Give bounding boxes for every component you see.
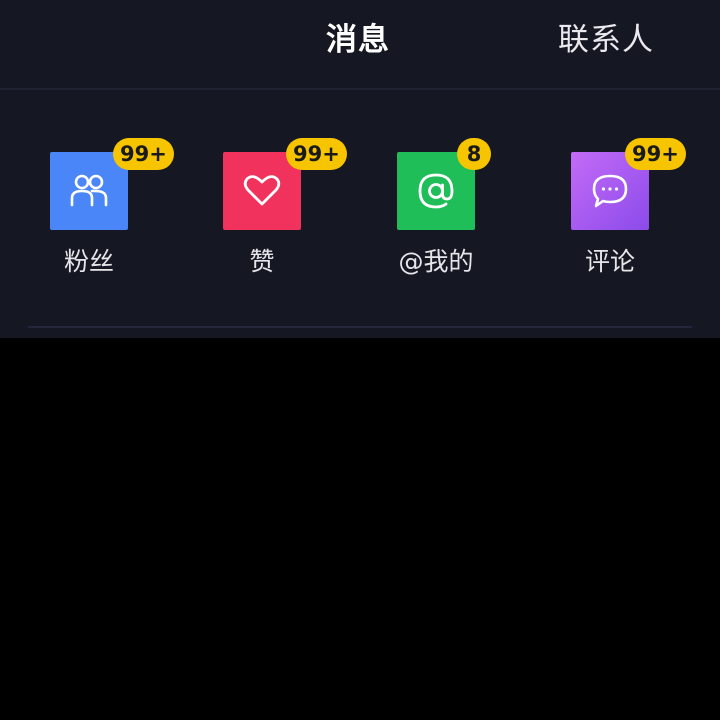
comments-badge: 99+	[625, 138, 686, 170]
fans-icon	[70, 174, 108, 207]
fans-entry[interactable]: 99+ 粉丝	[18, 138, 174, 288]
comments-label: 评论	[584, 247, 635, 276]
at-icon	[418, 173, 454, 209]
tab-contacts[interactable]: 联系人	[558, 16, 654, 64]
section-divider	[28, 326, 692, 328]
likes-badge: 99+	[286, 138, 347, 170]
comments-entry[interactable]: 99+ 评论	[539, 138, 686, 288]
messages-panel: 消息 联系人 99+ 粉丝 99+ 赞 8 @我的 99+ 评论	[0, 0, 720, 338]
comment-icon	[592, 174, 628, 208]
likes-entry[interactable]: 99+ 赞	[191, 138, 347, 288]
mentions-badge: 8	[457, 138, 491, 170]
heart-icon	[243, 175, 281, 206]
fans-label: 粉丝	[63, 247, 114, 276]
tab-messages[interactable]: 消息	[326, 16, 390, 64]
fans-badge: 99+	[113, 138, 174, 170]
likes-label: 赞	[249, 247, 275, 276]
mentions-label: @我的	[398, 247, 474, 276]
tab-bar: 消息 联系人	[0, 0, 720, 90]
message-list-area	[0, 338, 720, 720]
mentions-entry[interactable]: 8 @我的	[365, 138, 505, 288]
